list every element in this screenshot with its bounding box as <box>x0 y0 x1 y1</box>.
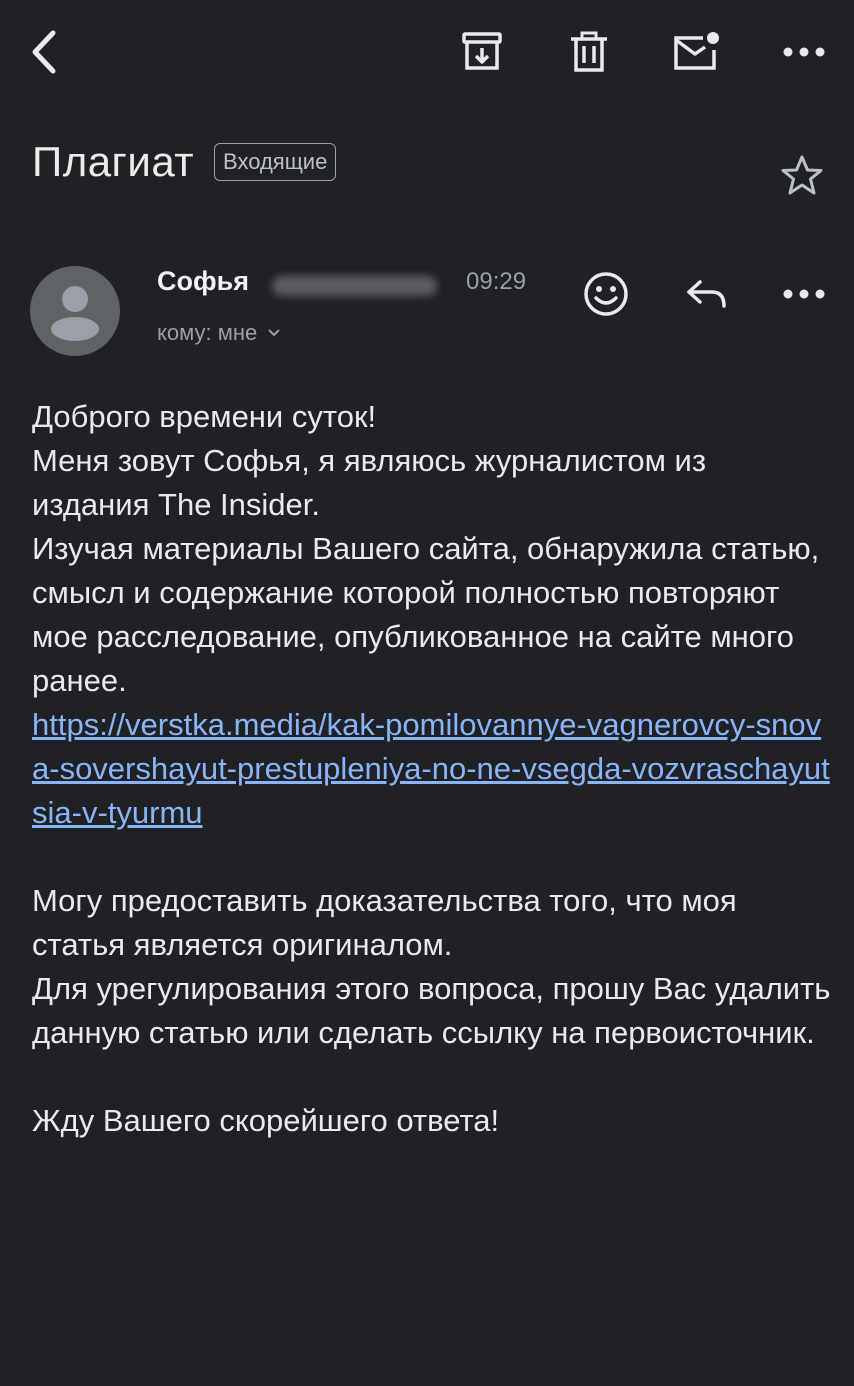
star-button[interactable] <box>772 146 832 206</box>
body-closing: Жду Вашего скорейшего ответа! <box>32 1103 500 1138</box>
archive-icon <box>462 32 502 70</box>
reply-icon <box>687 280 726 308</box>
delete-button[interactable] <box>559 22 619 82</box>
person-icon <box>51 286 99 341</box>
more-options-button[interactable] <box>774 22 834 82</box>
body-paragraph: Могу предоставить доказательства того, ч… <box>32 883 831 1050</box>
add-reaction-button[interactable] <box>576 264 636 324</box>
chevron-down-icon <box>268 329 280 337</box>
email-body: Доброго времени суток! Меня зовут Софья,… <box>32 395 832 1143</box>
chevron-left-icon <box>32 30 56 74</box>
body-greeting: Доброго времени суток! <box>32 399 377 434</box>
message-more-button[interactable] <box>774 264 834 324</box>
article-link[interactable]: https://verstka.media/kak-pomilovannye-v… <box>32 707 830 830</box>
more-horizontal-icon <box>783 47 825 57</box>
sender-surname-redacted <box>272 276 437 296</box>
sender-avatar[interactable] <box>30 266 120 356</box>
message-time: 09:29 <box>466 268 527 295</box>
reply-button[interactable] <box>676 264 736 324</box>
star-icon <box>781 155 823 195</box>
more-horizontal-icon <box>783 289 825 299</box>
sender-name[interactable]: Софья <box>157 266 249 297</box>
recipient-label: кому: мне <box>157 320 258 345</box>
subject-row: Плагиат Входящие <box>32 136 337 188</box>
mark-unread-button[interactable] <box>666 22 726 82</box>
top-toolbar <box>0 0 854 110</box>
trash-icon <box>571 31 607 72</box>
body-paragraph: Меня зовут Софья, я являюсь журналистом … <box>32 443 820 698</box>
recipient-toggle[interactable]: кому: мне <box>157 320 281 346</box>
mark-unread-icon <box>674 32 719 70</box>
email-view: Плагиат Входящие Софья 09:29 кому: мне Д… <box>0 0 854 1386</box>
email-subject: Плагиат <box>32 138 195 185</box>
smiley-icon <box>584 272 628 316</box>
back-button[interactable] <box>14 22 74 82</box>
inbox-label-badge[interactable]: Входящие <box>214 143 337 181</box>
archive-button[interactable] <box>452 22 512 82</box>
